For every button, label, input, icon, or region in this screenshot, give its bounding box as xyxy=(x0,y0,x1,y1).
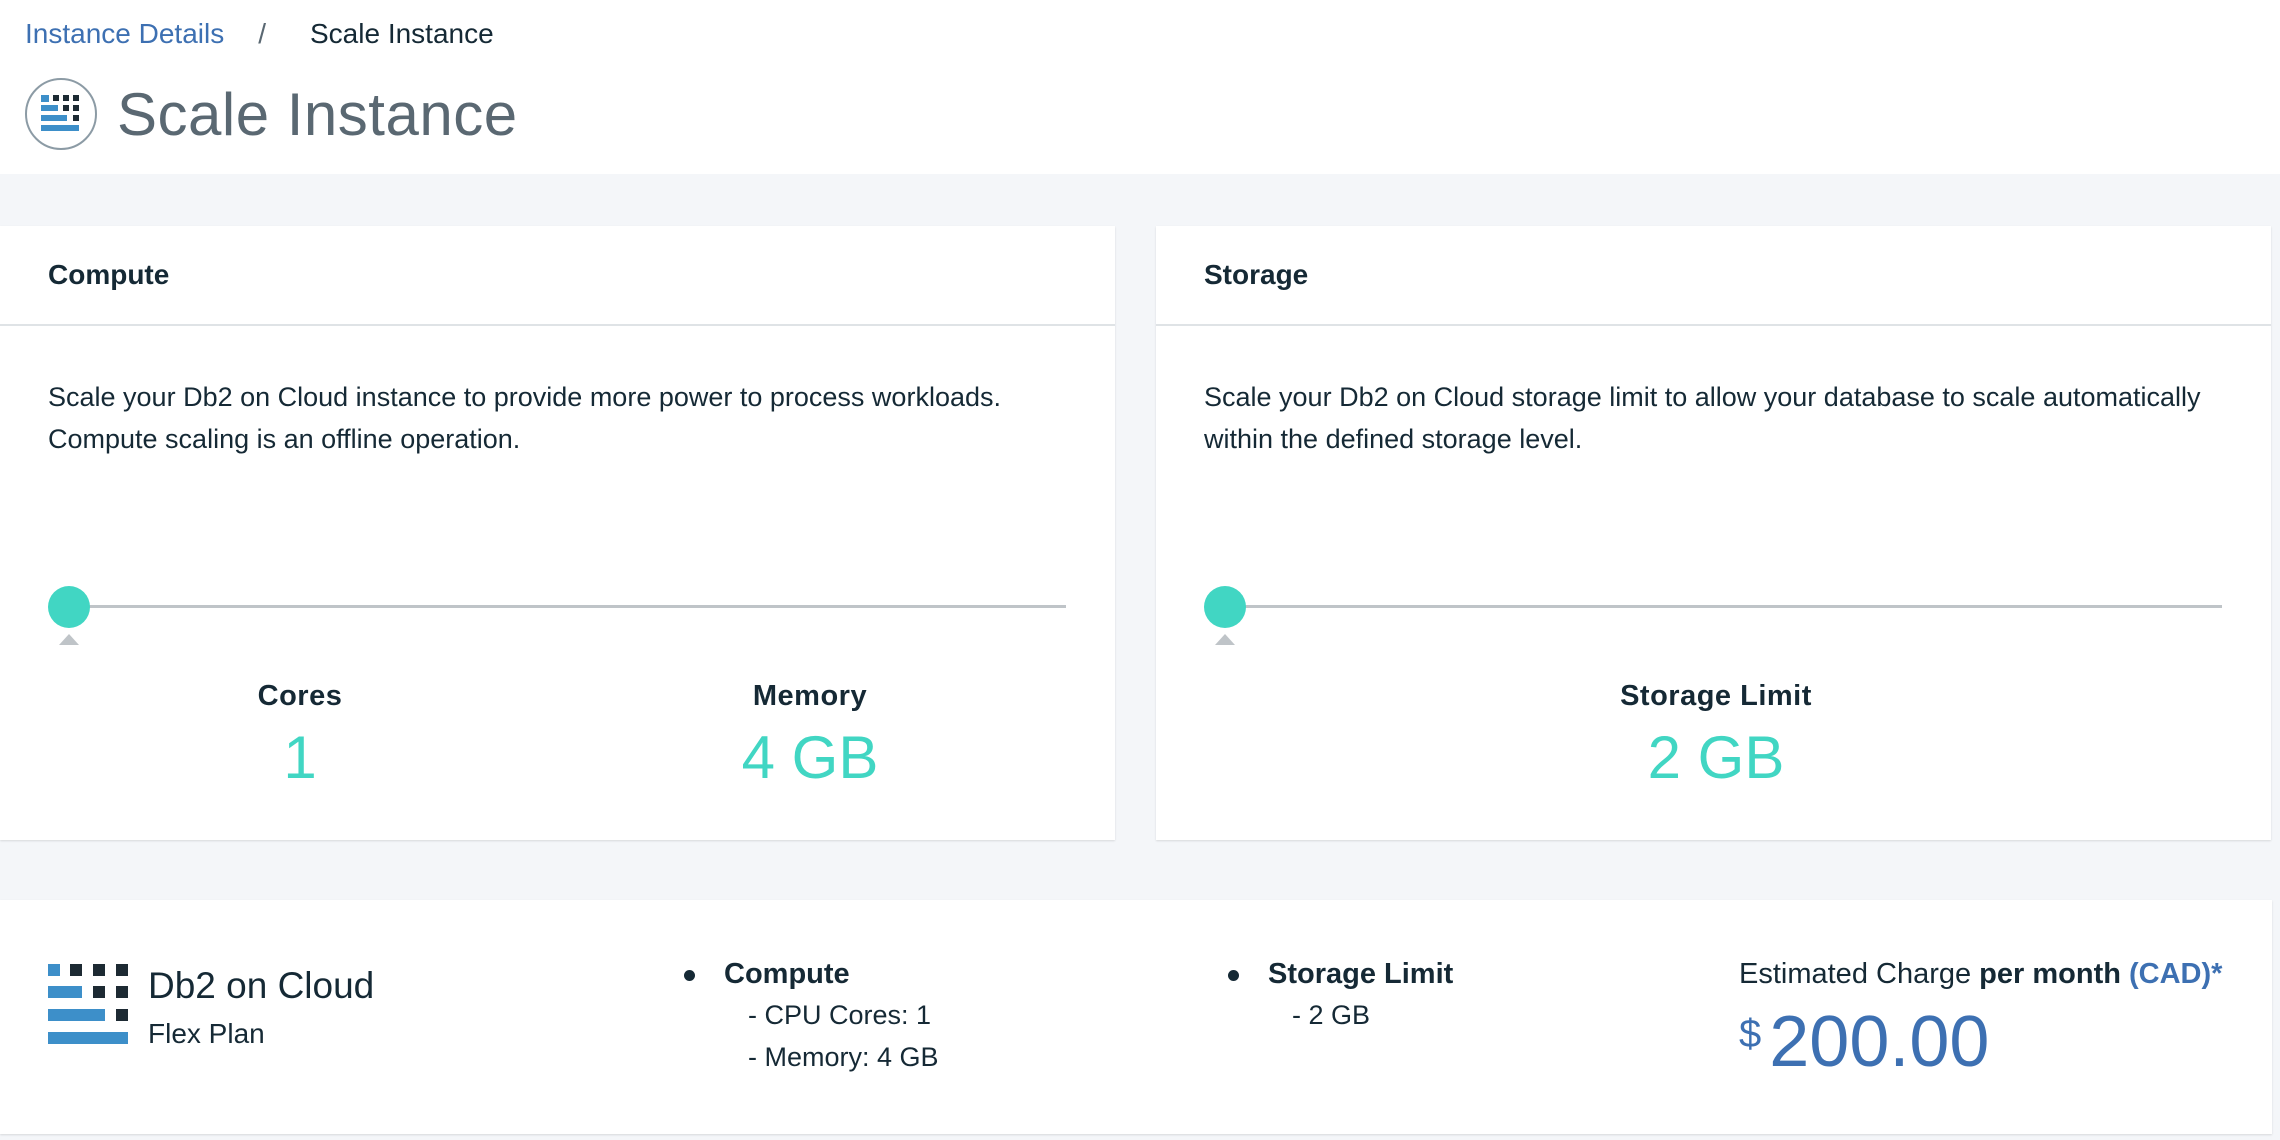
plan-name: Db2 on Cloud xyxy=(148,965,375,1006)
db2-logo-icon xyxy=(48,964,128,1044)
storage-description: Scale your Db2 on Cloud storage limit to… xyxy=(1204,382,2201,454)
estimate-currency-code: (CAD)* xyxy=(2129,958,2223,990)
storage-card-title: Storage xyxy=(1156,226,2271,326)
estimated-charge-label: Estimated Charge per month (CAD)* xyxy=(1739,954,2222,994)
plan-summary: Db2 on Cloud Flex Plan Compute - CPU Cor… xyxy=(0,900,2272,1134)
plan-type: Flex Plan xyxy=(148,1018,265,1049)
estimated-price: $ 200.00 xyxy=(1739,1002,2222,1082)
compute-slider[interactable] xyxy=(48,582,1066,645)
compute-slider-track[interactable] xyxy=(68,605,1066,608)
db2-logo-icon xyxy=(25,78,97,150)
breadcrumb: Instance Details / Scale Instance xyxy=(25,18,494,50)
memory-metric: Memory 4 GB xyxy=(670,680,950,792)
storage-limit-metric: Storage Limit 2 GB xyxy=(1506,680,1926,792)
plan-text: Db2 on Cloud Flex Plan xyxy=(148,964,374,1050)
summary-compute: Compute - CPU Cores: 1 - Memory: 4 GB xyxy=(680,954,939,1078)
summary-cpu-cores: - CPU Cores: 1 xyxy=(748,1000,932,1030)
summary-compute-title: Compute xyxy=(680,954,939,994)
estimate-prefix: Estimated Charge xyxy=(1739,958,1980,990)
storage-card: Storage Scale your Db2 on Cloud storage … xyxy=(1156,226,2271,840)
page-header: Instance Details / Scale Instance Scale … xyxy=(0,0,2280,174)
title-row: Scale Instance xyxy=(25,78,518,150)
price-amount: 200.00 xyxy=(1769,1002,1990,1082)
memory-value: 4 GB xyxy=(741,724,879,791)
storage-limit-label: Storage Limit xyxy=(1620,680,1812,712)
plan-info: Db2 on Cloud Flex Plan xyxy=(48,964,374,1050)
cores-metric: Cores 1 xyxy=(160,680,440,792)
price-currency-symbol: $ xyxy=(1739,1012,1762,1056)
compute-slider-handle[interactable] xyxy=(48,586,90,628)
storage-slider-handle[interactable] xyxy=(1204,586,1246,628)
storage-slider-track[interactable] xyxy=(1224,605,2222,608)
compute-slider-tick-marker xyxy=(59,634,79,645)
storage-slider-tick-marker xyxy=(1215,634,1235,645)
storage-slider[interactable] xyxy=(1204,582,2222,645)
storage-limit-value: 2 GB xyxy=(1647,724,1785,791)
estimated-charge: Estimated Charge per month (CAD)* $ 200.… xyxy=(1739,954,2222,1082)
summary-storage-value: - 2 GB xyxy=(1292,1000,1371,1030)
compute-card-title: Compute xyxy=(0,226,1115,326)
breadcrumb-instance-details-link[interactable]: Instance Details xyxy=(25,18,224,50)
summary-storage-title: Storage Limit xyxy=(1224,954,1453,994)
page-title: Scale Instance xyxy=(117,80,518,148)
summary-memory: - Memory: 4 GB xyxy=(748,1042,939,1072)
compute-description: Scale your Db2 on Cloud instance to prov… xyxy=(48,382,1001,454)
compute-card: Compute Scale your Db2 on Cloud instance… xyxy=(0,226,1115,840)
cores-value: 1 xyxy=(283,724,317,791)
summary-storage: Storage Limit - 2 GB xyxy=(1224,954,1453,1036)
cores-label: Cores xyxy=(257,680,343,712)
breadcrumb-separator: / xyxy=(258,18,266,49)
memory-label: Memory xyxy=(752,680,868,712)
breadcrumb-current: Scale Instance xyxy=(310,18,494,49)
estimate-period: per month xyxy=(1979,958,2121,990)
